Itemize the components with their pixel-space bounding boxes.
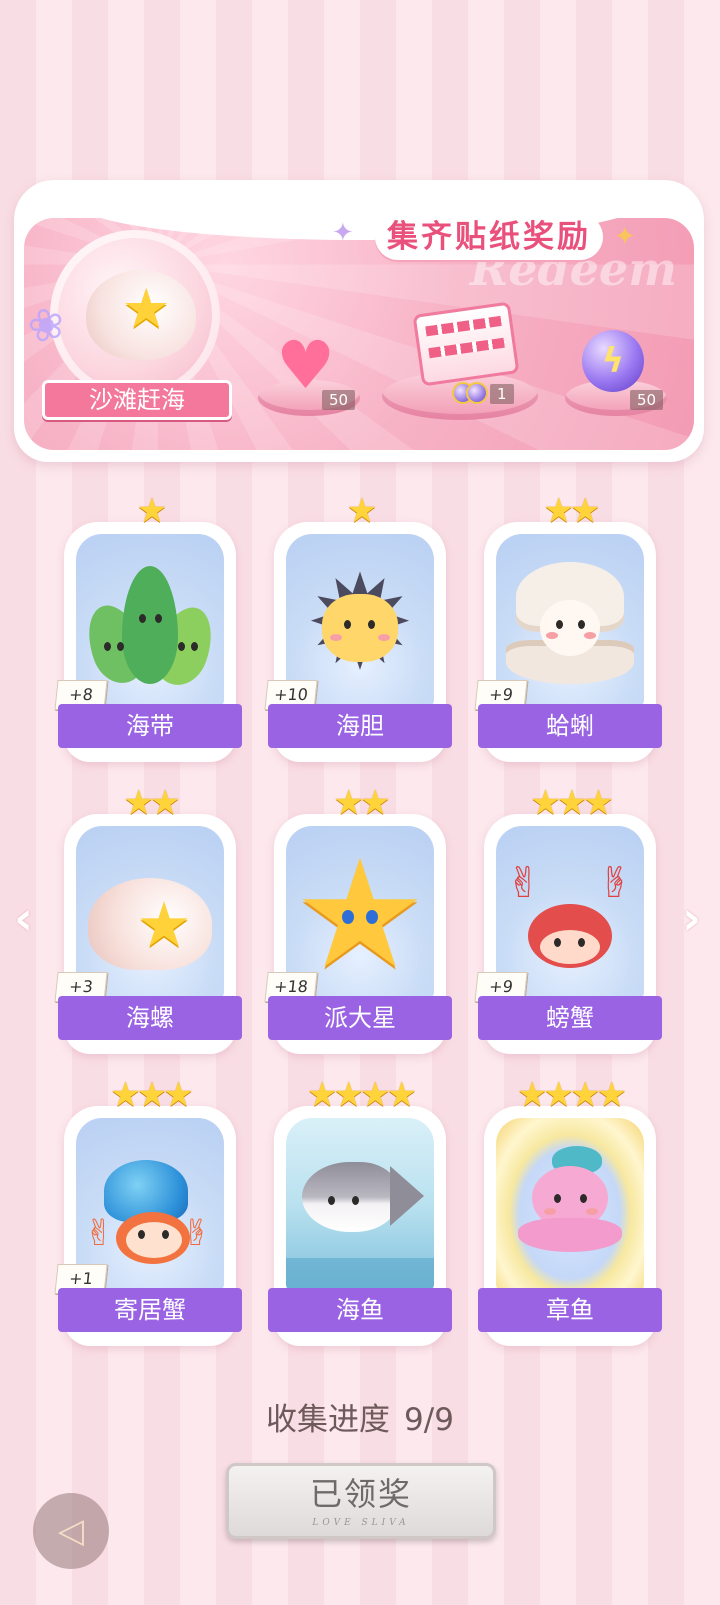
sticker-card-clam[interactable]: ★★ +9 蛤蜊	[474, 494, 662, 762]
progress-label: 收集进度	[266, 1402, 391, 1438]
sticker-card-hermit-crab[interactable]: ★★★ ✌ ✌ +1 寄居蟹	[54, 1078, 242, 1346]
card-name: 海胆	[268, 704, 452, 748]
card-name: 螃蟹	[478, 996, 662, 1040]
claimed-button-label: 已领奖	[309, 1475, 412, 1513]
sticker-card-sea-urchin[interactable]: ★ ✹ +10 海胆	[264, 494, 452, 762]
fish-icon	[286, 1118, 434, 1292]
star-rating: ★★★★	[307, 1075, 417, 1115]
octopus-icon	[496, 1118, 644, 1292]
album-cover[interactable]: ★	[50, 230, 220, 400]
purple-energy-orb-icon[interactable]: ϟ	[582, 330, 644, 392]
banner-title: 集齐贴纸奖励	[375, 214, 603, 260]
card-name: 寄居蟹	[58, 1288, 242, 1332]
card-name: 海螺	[58, 996, 242, 1040]
sticker-card-starfish[interactable]: ★★ ★ +18 派大星	[264, 786, 452, 1054]
prev-page-arrow-icon[interactable]: ‹	[14, 895, 33, 941]
reward-count: 50	[322, 390, 356, 410]
claimed-button-sub: LOVE SLIVA	[312, 1518, 410, 1528]
sticker-card-fish[interactable]: ★★★★ 海鱼	[268, 1078, 452, 1346]
back-arrow-icon[interactable]: ◁	[33, 1493, 109, 1569]
sparkle-icon: ✦	[332, 218, 354, 248]
collection-progress: 收集进度 9/9	[0, 1394, 720, 1439]
album-name: 沙滩赶海	[42, 380, 232, 420]
coin-icon	[466, 382, 488, 404]
star-rating: ★★★	[110, 1075, 193, 1115]
card-name: 海带	[58, 704, 242, 748]
reward-count: 50	[630, 390, 664, 410]
star-rating: ★★★	[530, 783, 613, 823]
star-rating: ★	[346, 491, 377, 531]
star-rating: ★★★★	[517, 1075, 627, 1115]
card-name: 海鱼	[268, 1288, 452, 1332]
card-name: 蛤蜊	[478, 704, 662, 748]
sticker-card-conch[interactable]: ★★ ★ +3 海螺	[54, 786, 242, 1054]
progress-value: 9/9	[404, 1402, 454, 1438]
card-name: 章鱼	[478, 1288, 662, 1332]
star-icon: ★	[122, 277, 171, 340]
sparkle-icon: ✦	[614, 222, 636, 252]
sticker-card-octopus[interactable]: ★★★★ 章鱼	[478, 1078, 662, 1346]
reward-count: 1	[490, 384, 514, 404]
star-rating: ★★	[123, 783, 181, 823]
claimed-button[interactable]: 已领奖 LOVE SLIVA	[226, 1463, 496, 1539]
sticker-card-crab[interactable]: ★★★ ✌ ✌ +9 螃蟹	[474, 786, 662, 1054]
sticker-card-seaweed[interactable]: ★ +8 海带	[54, 494, 242, 762]
card-name: 派大星	[268, 996, 452, 1040]
next-page-arrow-icon[interactable]: ›	[682, 895, 701, 941]
star-rating: ★	[136, 491, 167, 531]
gift-box-icon[interactable]	[412, 301, 520, 387]
star-rating: ★★	[333, 783, 391, 823]
star-rating: ★★	[543, 491, 601, 531]
